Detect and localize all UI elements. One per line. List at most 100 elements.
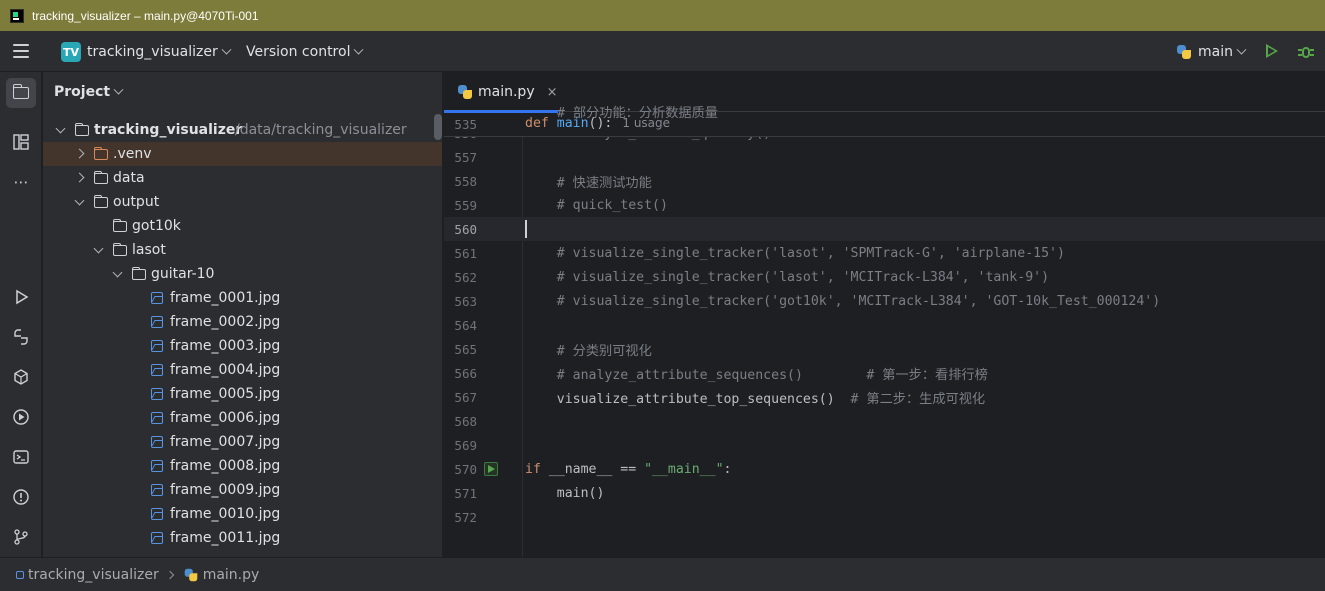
chevron-down-icon[interactable] bbox=[112, 267, 123, 278]
code-line[interactable]: 570 if __name__ == "__main__": bbox=[444, 457, 1325, 481]
sticky-code: def main(): 1 usage bbox=[525, 116, 671, 131]
run-tool-icon bbox=[16, 289, 29, 305]
chevron-down-icon[interactable] bbox=[74, 195, 85, 206]
tree-row[interactable]: tracking_visualizer/data/tracking_visual… bbox=[43, 118, 442, 142]
tab-main-py[interactable]: main.py × bbox=[444, 72, 558, 113]
code-line[interactable]: 558 # 快速测试功能 bbox=[444, 169, 1325, 193]
version-control-menu[interactable]: Version control bbox=[246, 41, 364, 63]
code-line[interactable]: 557 bbox=[444, 145, 1325, 169]
tree-row[interactable]: frame_0011.jpg bbox=[43, 526, 442, 550]
breadcrumb-file[interactable]: main.py bbox=[203, 567, 260, 583]
tree-row[interactable]: frame_0001.jpg bbox=[43, 286, 442, 310]
tree-row[interactable]: lasot bbox=[43, 238, 442, 262]
text-caret bbox=[525, 220, 527, 238]
folder-icon bbox=[74, 122, 89, 136]
branch-name: main bbox=[1198, 44, 1233, 60]
branch-widget[interactable]: main bbox=[1176, 41, 1247, 63]
services-button[interactable] bbox=[6, 402, 36, 432]
line-number: 561 bbox=[454, 245, 477, 261]
line-number: 571 bbox=[454, 485, 477, 501]
usage-hint[interactable]: 1 usage bbox=[622, 116, 670, 130]
code-line[interactable]: 560 bbox=[444, 217, 1325, 241]
editor: main.py × # 部分功能：分析数据质量 535 def main(): 1… bbox=[444, 72, 1325, 557]
tree-row[interactable]: guitar-10 bbox=[43, 262, 442, 286]
chevron-down-icon[interactable] bbox=[55, 123, 66, 134]
debug-icon[interactable] bbox=[1298, 43, 1314, 60]
tree-row-label: frame_0003.jpg bbox=[170, 338, 281, 354]
code-line[interactable]: 569 bbox=[444, 433, 1325, 457]
code-line[interactable]: 571 main() bbox=[444, 481, 1325, 505]
code-text: # visualize_single_tracker('got10k', 'MC… bbox=[525, 293, 1161, 309]
structure-tool-button[interactable] bbox=[6, 127, 36, 157]
run-icon[interactable] bbox=[1266, 44, 1278, 58]
tree-row[interactable]: frame_0007.jpg bbox=[43, 430, 442, 454]
git-icon bbox=[14, 529, 28, 545]
chevron-down-icon bbox=[1236, 44, 1247, 55]
tree-row[interactable]: frame_0008.jpg bbox=[43, 454, 442, 478]
folder-icon bbox=[93, 194, 108, 208]
problems-button[interactable] bbox=[6, 482, 36, 512]
code-line[interactable]: 564 bbox=[444, 313, 1325, 337]
tree-row[interactable]: frame_0005.jpg bbox=[43, 382, 442, 406]
terminal-button[interactable] bbox=[6, 442, 36, 472]
tree-row[interactable]: frame_0006.jpg bbox=[43, 406, 442, 430]
code-line[interactable]: 572 bbox=[444, 505, 1325, 529]
tree-row[interactable]: output bbox=[43, 190, 442, 214]
sticky-line[interactable]: # 部分功能：分析数据质量 535 def main(): 1 usage bbox=[444, 106, 1325, 137]
project-panel-header[interactable]: Project bbox=[54, 84, 124, 100]
tree-row[interactable]: frame_0010.jpg bbox=[43, 502, 442, 526]
chevron-down-icon[interactable] bbox=[93, 243, 104, 254]
code-line[interactable]: 566 # analyze_attribute_sequences() # 第一… bbox=[444, 361, 1325, 385]
gutter-run-icon[interactable] bbox=[484, 462, 498, 476]
code-line[interactable]: 559 # quick_test() bbox=[444, 193, 1325, 217]
close-icon[interactable]: × bbox=[547, 85, 558, 100]
chevron-right-icon bbox=[165, 570, 174, 579]
project-switcher[interactable]: TV tracking_visualizer bbox=[61, 41, 232, 63]
tree-row-label: frame_0001.jpg bbox=[170, 290, 281, 306]
code-line[interactable]: 567 visualize_attribute_top_sequences() … bbox=[444, 385, 1325, 409]
tree-row[interactable]: frame_0002.jpg bbox=[43, 310, 442, 334]
project-tool-button[interactable] bbox=[6, 78, 36, 108]
image-file-icon bbox=[151, 388, 163, 400]
breadcrumb-project[interactable]: tracking_visualizer bbox=[28, 567, 159, 583]
tree-row[interactable]: data bbox=[43, 166, 442, 190]
tree-row[interactable]: .venv bbox=[43, 142, 442, 166]
python-packages-icon bbox=[14, 369, 28, 385]
tree-row-label: frame_0010.jpg bbox=[170, 506, 281, 522]
tree-row-label: tracking_visualizer bbox=[94, 122, 243, 138]
image-file-icon bbox=[151, 484, 163, 496]
tree-row[interactable]: frame_0004.jpg bbox=[43, 358, 442, 382]
run-tool-button[interactable] bbox=[6, 282, 36, 312]
project-name: tracking_visualizer bbox=[87, 44, 218, 60]
code-line[interactable]: 563 # visualize_single_tracker('got10k',… bbox=[444, 289, 1325, 313]
code-line[interactable]: 565 # 分类别可视化 bbox=[444, 337, 1325, 361]
git-button[interactable] bbox=[6, 522, 36, 552]
code-line[interactable]: 561 # visualize_single_tracker('lasot', … bbox=[444, 241, 1325, 265]
project-panel: Project tracking_visualizer/data/trackin… bbox=[43, 72, 443, 557]
hamburger-icon[interactable] bbox=[13, 44, 29, 58]
project-scrollbar[interactable] bbox=[434, 114, 442, 140]
python-packages-button[interactable] bbox=[6, 362, 36, 392]
chevron-right-icon[interactable] bbox=[74, 172, 85, 183]
python-console-button[interactable] bbox=[6, 322, 36, 352]
code-area[interactable]: # 部分功能：分析数据质量 535 def main():1 usage 556… bbox=[444, 106, 1325, 557]
more-tools-button[interactable]: ⋯ bbox=[6, 167, 36, 197]
line-number: 557 bbox=[454, 149, 477, 165]
chevron-down-icon bbox=[113, 84, 124, 95]
python-icon bbox=[1176, 44, 1192, 60]
code-line[interactable]: 568 bbox=[444, 409, 1325, 433]
image-file-icon bbox=[151, 292, 163, 304]
line-number: 567 bbox=[454, 389, 477, 405]
tree-row[interactable]: frame_0009.jpg bbox=[43, 478, 442, 502]
code-text: main() bbox=[525, 485, 605, 501]
chevron-down-icon bbox=[354, 44, 364, 55]
tree-row-label: guitar-10 bbox=[151, 266, 215, 282]
code-line[interactable]: 562 # visualize_single_tracker('lasot', … bbox=[444, 265, 1325, 289]
tree-row-label: frame_0009.jpg bbox=[170, 482, 281, 498]
chevron-right-icon[interactable] bbox=[74, 148, 85, 159]
tree-row[interactable]: frame_0003.jpg bbox=[43, 334, 442, 358]
status-bar: tracking_visualizer main.py bbox=[0, 557, 1325, 591]
tree-row-label: frame_0011.jpg bbox=[170, 530, 281, 546]
tree-row[interactable]: got10k bbox=[43, 214, 442, 238]
tree-row-label: frame_0007.jpg bbox=[170, 434, 281, 450]
